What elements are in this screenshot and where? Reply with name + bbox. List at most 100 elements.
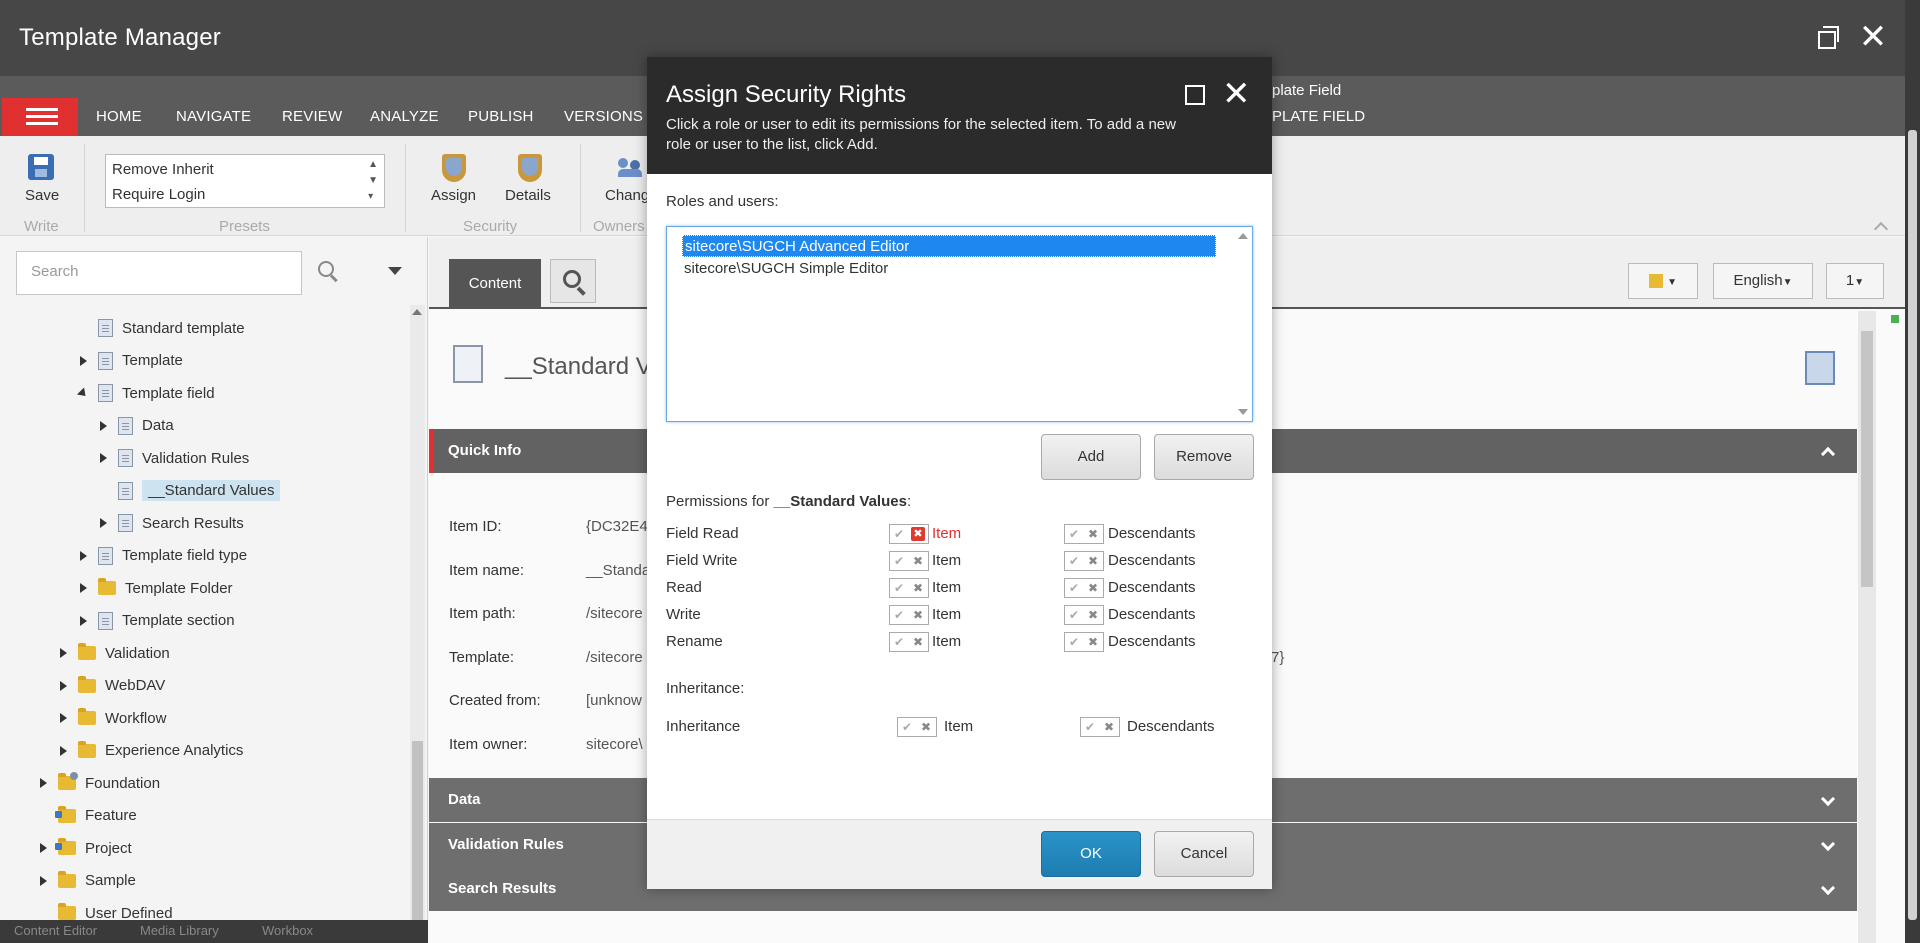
content-scrollbar-thumb[interactable] [1861,331,1873,587]
caret-right-icon[interactable] [98,453,108,463]
remove-button[interactable]: Remove [1154,434,1254,480]
search-icon[interactable] [316,259,340,283]
collapse-ribbon-icon[interactable] [1873,221,1889,237]
chevron-down-icon[interactable] [1820,880,1836,896]
tree-node[interactable]: Template section [78,605,235,637]
restore-icon[interactable] [1812,22,1842,52]
tree-node[interactable]: Template Folder [78,572,233,604]
change-owner-button[interactable]: Chang [605,187,649,204]
cancel-button[interactable]: Cancel [1154,831,1254,877]
tree-node[interactable]: Foundation [38,767,160,799]
tree-node[interactable]: Validation [58,637,170,669]
chevron-down-icon[interactable] [1820,836,1836,852]
scroll-up-icon[interactable] [1238,233,1248,239]
item-options-button[interactable]: ▼ [1628,263,1698,299]
descendants-permission-checkbox[interactable]: ✔ ✖ [1064,524,1104,544]
caret-right-icon[interactable] [58,648,68,658]
caret-right-icon[interactable] [78,550,88,561]
tree-node[interactable]: Workflow [58,702,166,734]
tab-workbox[interactable]: Workbox [262,923,313,938]
tree-node[interactable]: Experience Analytics [58,735,243,767]
tree-node[interactable]: WebDAV [58,670,165,702]
descendants-permission-checkbox[interactable]: ✔ ✖ [1064,632,1104,652]
tree-node[interactable]: Template [78,345,183,377]
change-owner-icon[interactable] [618,158,646,178]
search-options-chevron-icon[interactable] [388,267,402,275]
tab-content-editor[interactable]: Content Editor [14,923,97,938]
save-button[interactable]: Save [25,187,59,204]
caret-right-icon[interactable] [38,875,48,886]
descendants-permission-checkbox[interactable]: ✔ ✖ [1064,551,1104,571]
caret-right-icon[interactable] [58,745,68,756]
scroll-down-icon[interactable] [1238,409,1248,415]
presets-list[interactable]: Remove Inherit Require Login ▲ ▼ ▾ [105,154,385,208]
menu-analyze[interactable]: ANALYZE [370,108,439,125]
item-permission-checkbox[interactable]: ✔ ✖ [889,605,929,625]
details-button[interactable]: Details [505,187,551,204]
caret-right-icon[interactable] [38,778,48,788]
add-button[interactable]: Add [1041,434,1141,480]
maximize-icon[interactable] [1185,85,1205,105]
assign-shield-icon[interactable] [440,154,468,184]
menu-navigate[interactable]: NAVIGATE [176,108,251,125]
caret-right-icon[interactable] [58,680,68,691]
menu-home[interactable]: HOME [96,108,142,125]
user-avatar-icon[interactable] [1805,351,1835,385]
caret-down-icon[interactable] [78,388,88,398]
dialog-close-icon[interactable]: ✕ [1222,77,1251,111]
tree-node[interactable]: Validation Rules [98,442,249,474]
role-item-simple-editor[interactable]: sitecore\SUGCH Simple Editor [682,258,888,280]
ok-button[interactable]: OK [1041,831,1141,877]
tree-node[interactable]: Search Results [98,507,244,539]
language-selector[interactable]: English▼ [1713,263,1813,299]
item-permission-checkbox[interactable]: ✔ ✖ [889,524,929,544]
page-scrollbar[interactable] [1905,0,1920,943]
hamburger-menu-icon[interactable] [2,98,78,136]
item-permission-checkbox[interactable]: ✔ ✖ [889,578,929,598]
version-selector[interactable]: 1▼ [1826,263,1884,299]
scroll-up-icon[interactable] [412,309,422,315]
menu-review[interactable]: REVIEW [282,108,342,125]
tree-node[interactable]: Template field [78,377,215,409]
item-permission-checkbox[interactable]: ✔ ✖ [889,632,929,652]
inheritance-descendants-checkbox[interactable]: ✔ ✖ [1080,717,1120,737]
close-window-icon[interactable]: ✕ [1858,20,1888,54]
tree-node[interactable]: Template field type [78,540,247,572]
assign-button[interactable]: Assign [431,187,476,204]
tree-node[interactable]: Standard template [78,312,245,344]
chevron-down-icon[interactable] [1820,791,1836,807]
caret-right-icon[interactable] [78,583,88,593]
tree-node[interactable]: Data [98,410,174,442]
tree-node[interactable]: Project [38,832,132,864]
content-scrollbar[interactable] [1858,311,1876,943]
caret-right-icon[interactable] [98,518,108,528]
item-permission-checkbox[interactable]: ✔ ✖ [889,551,929,571]
page-scrollbar-thumb[interactable] [1908,130,1917,920]
tree-node[interactable]: Feature [38,800,137,832]
role-item-advanced-editor[interactable]: sitecore\SUGCH Advanced Editor [682,235,1216,257]
menu-context-tab[interactable]: PLATE FIELD [1272,108,1365,125]
descendants-permission-checkbox[interactable]: ✔ ✖ [1064,578,1104,598]
search-tab-icon[interactable] [550,259,596,303]
tree-node[interactable]: __Standard Values [98,475,281,507]
caret-right-icon[interactable] [98,420,108,431]
menu-versions[interactable]: VERSIONS [564,108,643,125]
preset-require-login[interactable]: Require Login [112,182,378,207]
tree-scrollbar[interactable] [410,305,425,936]
details-shield-icon[interactable] [516,154,544,184]
descendants-permission-checkbox[interactable]: ✔ ✖ [1064,605,1104,625]
caret-right-icon[interactable] [78,615,88,626]
roles-list[interactable]: sitecore\SUGCH Advanced Editor sitecore\… [666,226,1253,422]
preset-remove-inherit[interactable]: Remove Inherit [112,157,378,182]
save-icon[interactable] [28,154,54,180]
caret-right-icon[interactable] [58,713,68,723]
caret-right-icon[interactable] [78,355,88,366]
chevron-up-icon[interactable] [1820,446,1836,462]
tree-scrollbar-thumb[interactable] [412,741,423,921]
caret-right-icon[interactable] [38,843,48,853]
tree-node[interactable]: Sample [38,865,136,897]
inheritance-item-checkbox[interactable]: ✔ ✖ [897,717,937,737]
presets-scroll-icon[interactable]: ▲ ▼ ▾ [368,157,378,205]
tab-content[interactable]: Content [449,259,541,309]
tab-media-library[interactable]: Media Library [140,923,219,938]
